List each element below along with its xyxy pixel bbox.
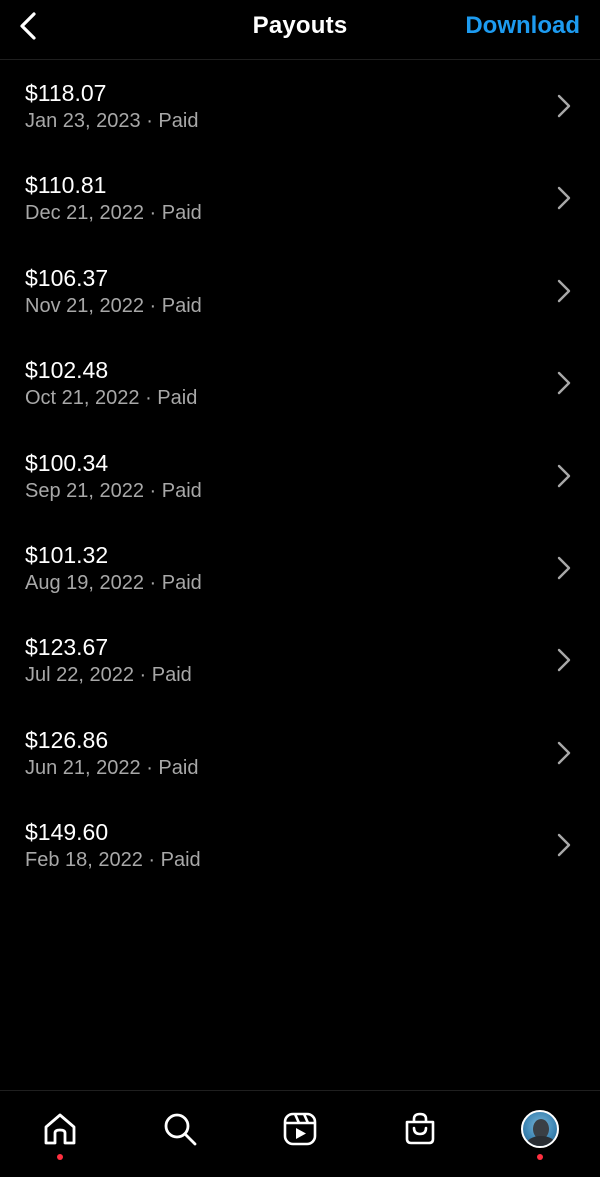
tab-profile[interactable] bbox=[520, 1109, 560, 1149]
payout-row[interactable]: $118.07 Jan 23, 2023 · Paid bbox=[0, 60, 600, 152]
payout-amount: $149.60 bbox=[25, 819, 109, 846]
payout-amount: $101.32 bbox=[25, 541, 109, 568]
chevron-right-icon bbox=[557, 833, 571, 857]
payout-row[interactable]: $123.67 Jul 22, 2022 · Paid bbox=[0, 614, 600, 706]
payout-amount: $123.67 bbox=[25, 634, 109, 661]
chevron-right-icon bbox=[557, 371, 571, 395]
profile-notification-dot bbox=[537, 1154, 543, 1160]
chevron-right-icon bbox=[557, 741, 571, 764]
payout-date-status: Nov 21, 2022 · Paid bbox=[25, 294, 202, 317]
home-notification-dot bbox=[57, 1154, 63, 1160]
payout-row[interactable]: $101.32 Aug 19, 2022 · Paid bbox=[0, 522, 600, 614]
home-icon bbox=[44, 1113, 76, 1145]
payout-row[interactable]: $102.48 Oct 21, 2022 · Paid bbox=[0, 337, 600, 429]
payout-row[interactable]: $149.60 Feb 18, 2022 · Paid bbox=[0, 799, 600, 891]
payouts-list: $118.07 Jan 23, 2023 · Paid $110.81 Dec … bbox=[0, 60, 600, 892]
payout-amount: $100.34 bbox=[25, 449, 109, 476]
payout-date-status: Dec 21, 2022 · Paid bbox=[25, 202, 202, 225]
chevron-right-icon bbox=[557, 94, 571, 118]
reels-icon bbox=[283, 1112, 317, 1146]
search-icon bbox=[164, 1113, 197, 1146]
chevron-right-icon bbox=[557, 279, 571, 302]
payout-amount: $126.86 bbox=[25, 726, 109, 753]
payout-date-status: Oct 21, 2022 · Paid bbox=[25, 387, 198, 410]
payout-row[interactable]: $100.34 Sep 21, 2022 · Paid bbox=[0, 430, 600, 522]
tab-home[interactable] bbox=[40, 1109, 80, 1149]
chevron-right-icon bbox=[557, 187, 571, 210]
payout-row[interactable]: $110.81 Dec 21, 2022 · Paid bbox=[0, 152, 600, 244]
payout-date-status: Aug 19, 2022 · Paid bbox=[25, 571, 202, 594]
shopping-bag-icon bbox=[405, 1112, 435, 1145]
payout-amount: $102.48 bbox=[25, 357, 109, 384]
top-bar: Payouts Download bbox=[0, 0, 600, 60]
payout-date-status: Feb 18, 2022 · Paid bbox=[25, 849, 201, 872]
profile-avatar bbox=[521, 1110, 559, 1148]
payout-date-status: Jun 21, 2022 · Paid bbox=[25, 756, 199, 779]
payout-amount: $118.07 bbox=[25, 80, 107, 106]
download-button[interactable]: Download bbox=[465, 12, 580, 40]
bottom-tab-bar bbox=[0, 1090, 600, 1177]
payout-date-status: Jul 22, 2022 · Paid bbox=[25, 664, 192, 687]
chevron-right-icon bbox=[557, 464, 571, 487]
chevron-right-icon bbox=[557, 649, 571, 672]
tab-reels[interactable] bbox=[280, 1109, 320, 1149]
payout-row[interactable]: $106.37 Nov 21, 2022 · Paid bbox=[0, 245, 600, 337]
payout-date-status: Jan 23, 2023 · Paid bbox=[25, 110, 199, 132]
tab-search[interactable] bbox=[160, 1109, 200, 1149]
payout-amount: $110.81 bbox=[25, 172, 107, 199]
tab-shop[interactable] bbox=[400, 1109, 440, 1149]
payout-amount: $106.37 bbox=[25, 264, 109, 291]
payout-date-status: Sep 21, 2022 · Paid bbox=[25, 479, 202, 502]
chevron-right-icon bbox=[557, 556, 571, 580]
payout-row[interactable]: $126.86 Jun 21, 2022 · Paid bbox=[0, 707, 600, 799]
